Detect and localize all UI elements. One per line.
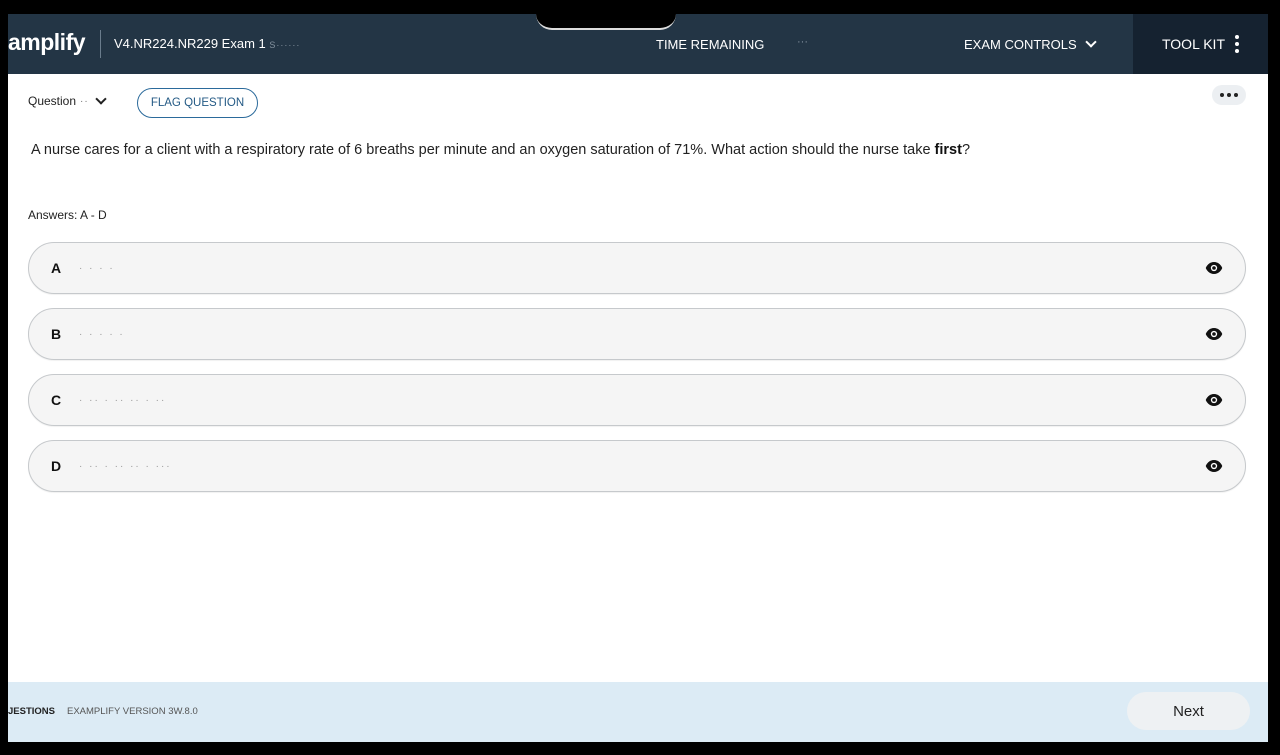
eye-icon[interactable] [1205,261,1223,275]
question-selector-label: Question [28,94,77,108]
footer-bar: JESTIONS EXAMPLIFY VERSION 3W.8.0 Next [8,682,1268,742]
time-remaining-label: TIME REMAINING [656,37,765,52]
time-remaining-value: ··· [797,36,808,48]
option-text: · · · · · [79,328,125,340]
dot [1227,93,1231,97]
answer-option-d[interactable]: D · ·· · ·· ·· · ··· [28,440,1246,492]
chevron-down-icon [95,93,107,105]
answer-option-a[interactable]: A · · · · [28,242,1246,294]
tool-kit-button[interactable]: TOOL KIT [1133,14,1268,74]
eye-icon[interactable] [1205,459,1223,473]
option-letter: D [51,458,62,474]
questions-link[interactable]: JESTIONS [8,706,55,717]
question-selector[interactable]: Question ·· [28,93,107,108]
question-stem: A nurse cares for a client with a respir… [31,142,1231,158]
brand-logo: amplify [8,29,86,55]
exam-title-suffix: S······ [269,40,301,50]
chevron-down-icon [1085,36,1097,48]
answers-range-label: Answers: A - D [28,208,107,222]
exam-controls-label: EXAM CONTROLS [964,36,1077,52]
camera-notch [536,14,676,30]
option-text: · ·· · ·· ·· · ·· [79,394,167,406]
more-options-button[interactable] [1212,85,1246,105]
version-label: EXAMPLIFY VERSION 3W.8.0 [67,706,198,717]
question-stem-text: A nurse cares for a client with a respir… [31,142,935,158]
exam-title-text: V4.NR224.NR229 Exam 1 [114,36,266,51]
exam-screen: amplify V4.NR224.NR229 Exam 1 S······ TI… [8,14,1268,742]
option-letter: B [51,326,62,342]
answer-option-c[interactable]: C · ·· · ·· ·· · ·· [28,374,1246,426]
dot [1220,93,1224,97]
question-stem-end: ? [961,142,971,158]
question-number: ·· [80,95,89,107]
eye-icon[interactable] [1205,393,1223,407]
option-text: · ·· · ·· ·· · ··· [79,460,172,472]
exam-title: V4.NR224.NR229 Exam 1 S······ [114,36,300,51]
next-button[interactable]: Next [1127,692,1250,730]
flag-question-button[interactable]: FLAG QUESTION [137,88,258,118]
tool-kit-label: TOOL KIT [1161,36,1225,52]
answer-option-b[interactable]: B · · · · · [28,308,1246,360]
option-letter: C [51,392,62,408]
dot [1234,93,1238,97]
option-letter: A [51,260,62,276]
brand-divider [100,30,101,58]
option-text: · · · · [79,262,115,274]
eye-icon[interactable] [1205,327,1223,341]
question-stem-emphasis: first [934,142,962,158]
kebab-icon [1235,35,1239,53]
exam-controls-button[interactable]: EXAM CONTROLS [956,28,1103,60]
